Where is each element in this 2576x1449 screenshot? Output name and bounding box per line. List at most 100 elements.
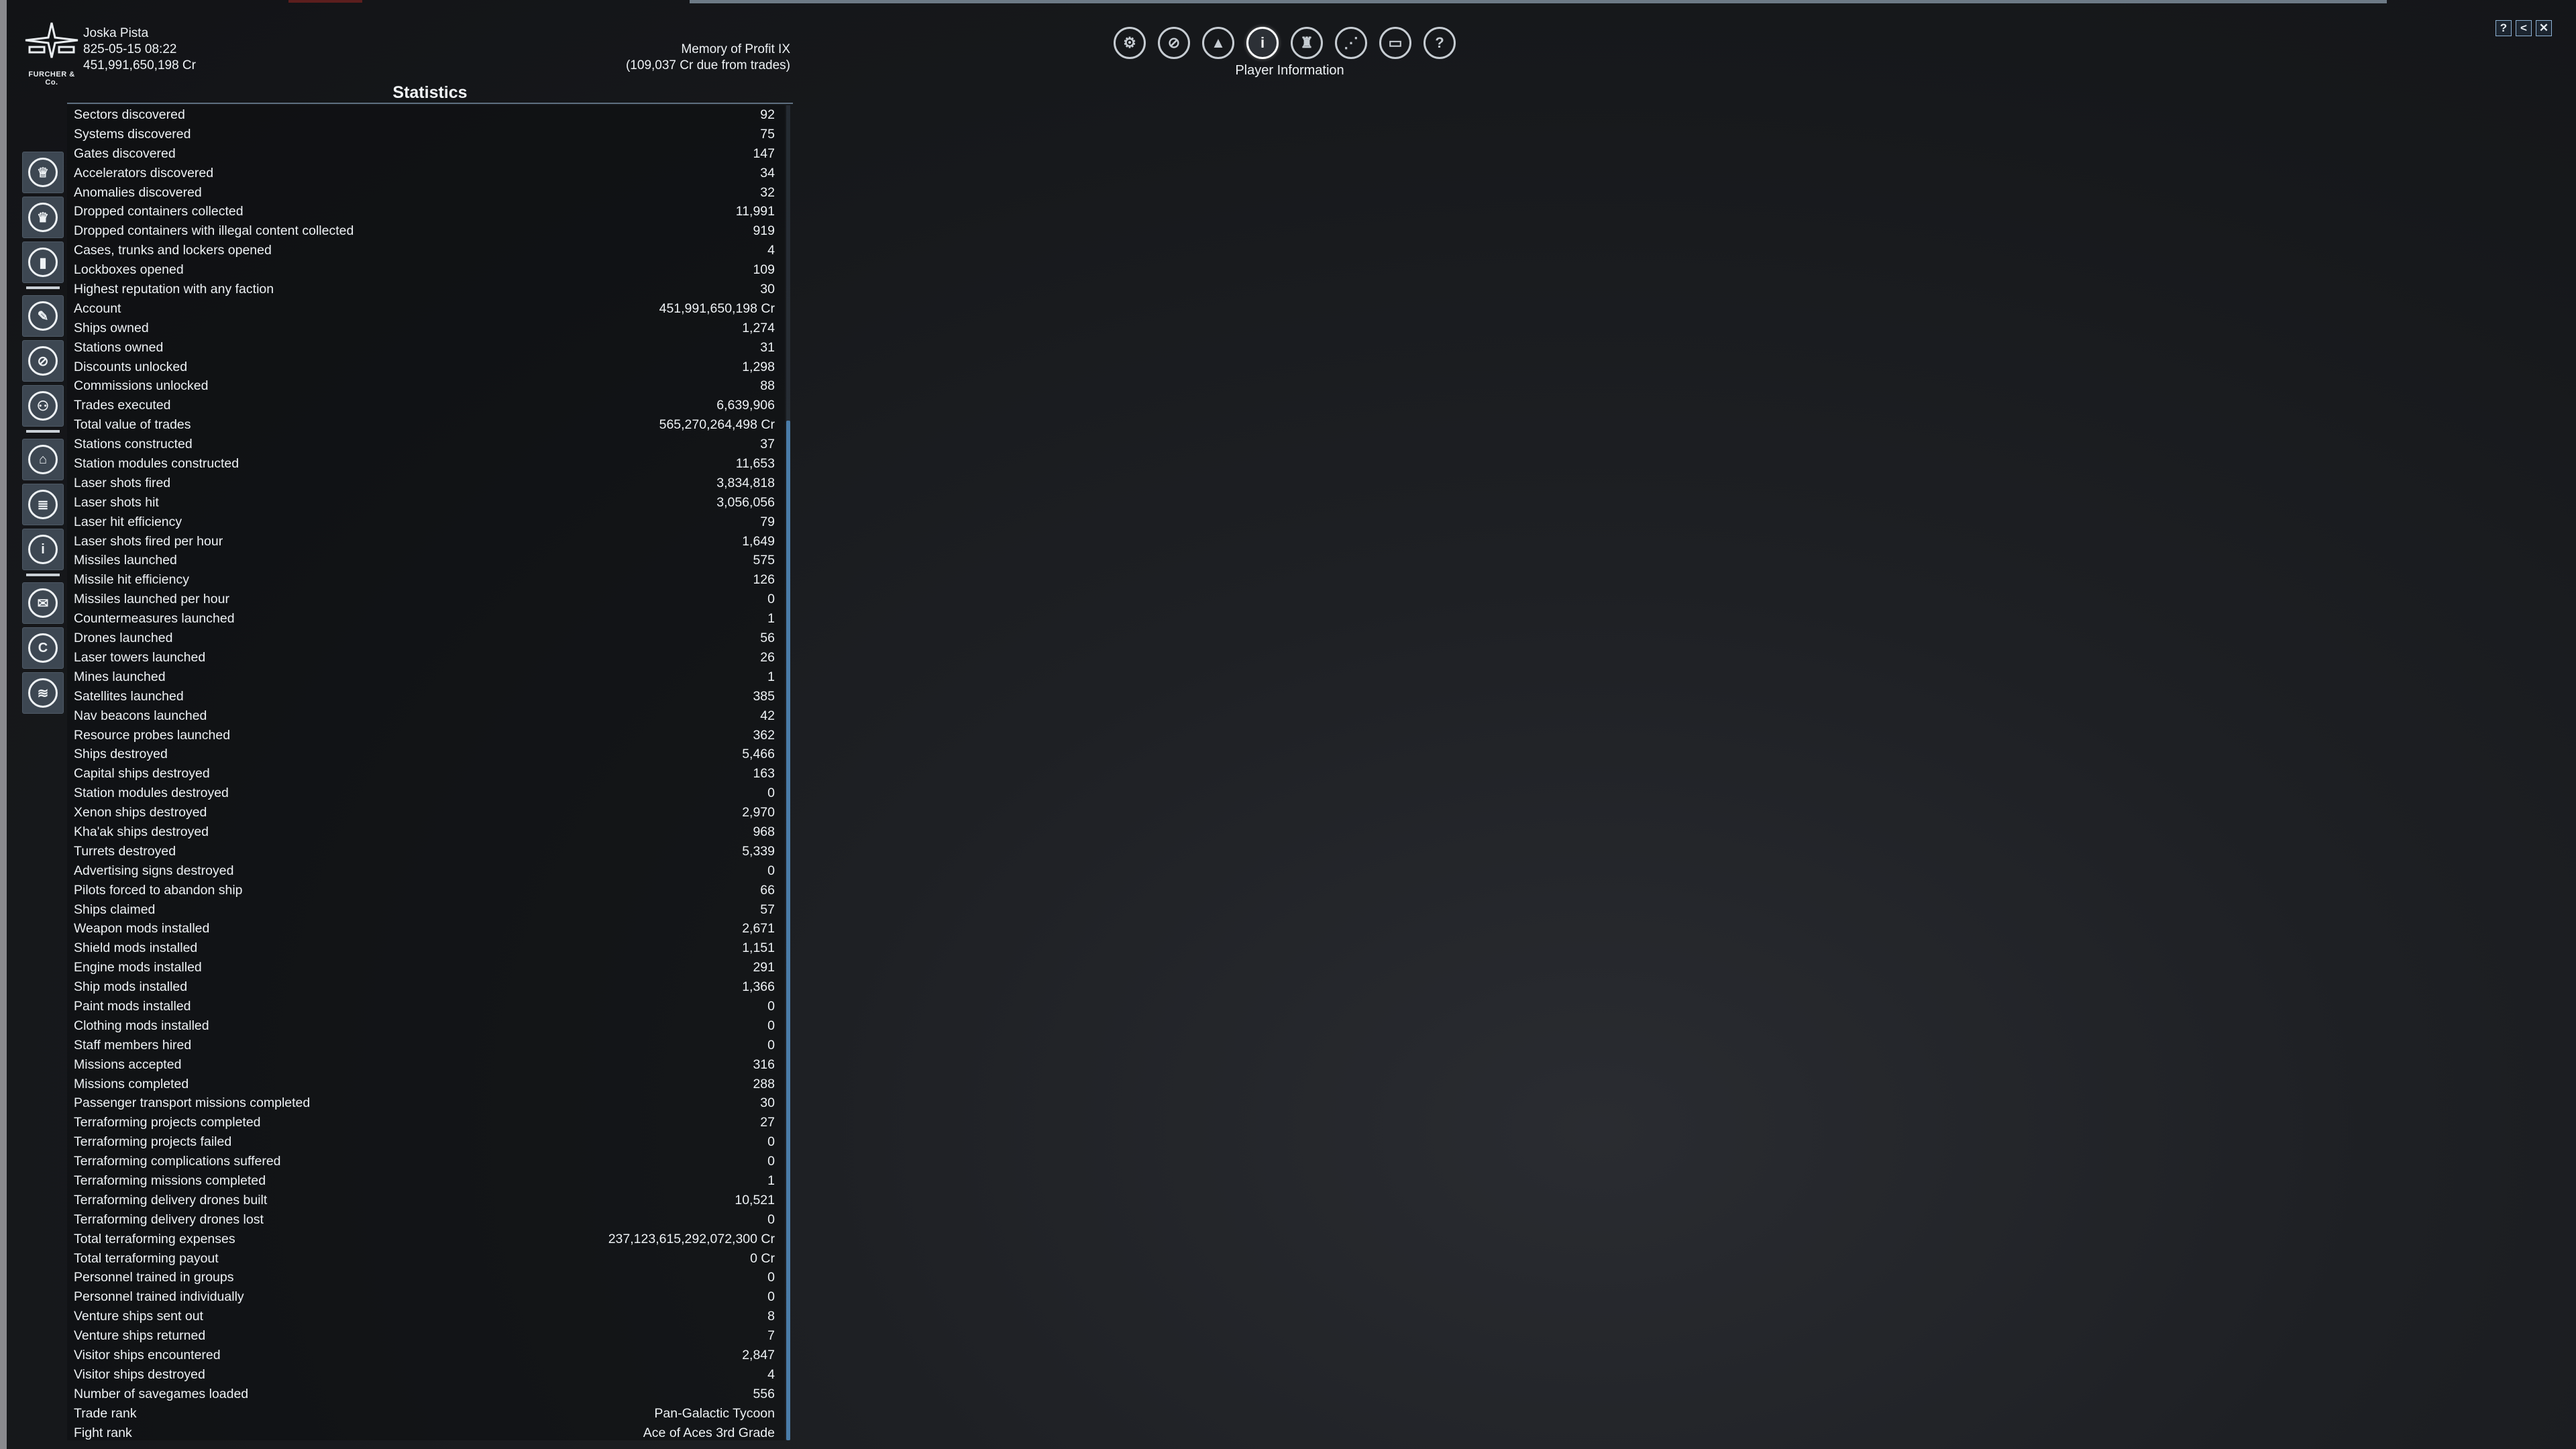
back-button[interactable]: < — [2516, 20, 2532, 36]
stat-label: Resource probes launched — [74, 727, 231, 743]
network-icon[interactable]: ⋰ — [1335, 27, 1367, 59]
stat-value: 1 — [767, 1173, 775, 1188]
stat-row: Stations constructed 37 — [67, 435, 785, 454]
stat-row: Systems discovered 75 — [67, 125, 785, 144]
stat-row: Turrets destroyed 5,339 — [67, 842, 785, 861]
sidebar-button[interactable]: ♛ — [22, 197, 64, 238]
stat-label: Venture ships returned — [74, 1328, 206, 1344]
search-icon[interactable]: ⊘ — [1158, 27, 1190, 59]
sidebar-button[interactable]: ⚇ — [22, 385, 64, 427]
window-frame — [0, 0, 7, 1449]
stat-row: Fight rank Ace of Aces 3rd Grade — [67, 1424, 785, 1443]
player-icon[interactable]: i — [1246, 27, 1279, 59]
stat-label: Total value of trades — [74, 417, 191, 433]
stat-label: Visitor ships destroyed — [74, 1366, 205, 1382]
stat-value: 291 — [753, 960, 775, 975]
stat-value: 4 — [767, 243, 775, 258]
stat-label: Engine mods installed — [74, 960, 202, 975]
stat-value: 147 — [753, 146, 775, 161]
stat-label: Laser shots fired per hour — [74, 533, 223, 549]
window-buttons: ? < ✕ — [2496, 20, 2552, 36]
stat-label: Missile hit efficiency — [74, 572, 189, 588]
stat-row: Ships claimed 57 — [67, 900, 785, 920]
stat-value: 34 — [760, 165, 775, 180]
close-button[interactable]: ✕ — [2536, 20, 2552, 36]
ship-icon[interactable]: ▲ — [1202, 27, 1234, 59]
stat-row: Paint mods installed 0 — [67, 997, 785, 1016]
player-name: Joska Pista — [83, 26, 149, 40]
help-icon[interactable]: ? — [1424, 27, 1456, 59]
sidebar-button[interactable]: ≋ — [22, 672, 64, 714]
stat-value: 31 — [760, 339, 775, 355]
stat-label: Staff members hired — [74, 1037, 192, 1053]
sidebar-button[interactable]: i — [22, 529, 64, 570]
stat-value: 0 — [767, 786, 775, 801]
sidebar-button[interactable]: ✉ — [22, 582, 64, 624]
sidebar-button[interactable]: C — [22, 627, 64, 669]
stat-row: Nav beacons launched 42 — [67, 706, 785, 726]
stat-value: 30 — [760, 282, 775, 297]
stat-value: 0 — [767, 1037, 775, 1053]
stat-value: 0 — [767, 592, 775, 607]
stat-row: Mines launched 1 — [67, 667, 785, 687]
stat-value: 288 — [753, 1076, 775, 1091]
sidebar-button[interactable]: ⊘ — [22, 340, 64, 382]
stat-value: 237,123,615,292,072,300 Cr — [608, 1231, 775, 1246]
stat-row: Satellites launched 385 — [67, 687, 785, 706]
gear-icon[interactable]: ⚙ — [1114, 27, 1146, 59]
stat-row: Lockboxes opened 109 — [67, 260, 785, 280]
sidebar-button[interactable]: ≣ — [22, 484, 64, 525]
stat-value: 451,991,650,198 Cr — [659, 301, 775, 316]
stat-value: 0 — [767, 1154, 775, 1169]
stat-row: Commissions unlocked 88 — [67, 376, 785, 396]
sidebar-button[interactable]: ⌂ — [22, 439, 64, 480]
stat-label: Drones launched — [74, 631, 173, 646]
game-datetime: 825-05-15 08:22 — [83, 42, 177, 56]
stat-row: Ships owned 1,274 — [67, 319, 785, 338]
stat-value: Ace of Aces 3rd Grade — [643, 1425, 775, 1440]
stat-value: 11,653 — [735, 456, 775, 472]
top-frame-line — [690, 0, 2387, 3]
stat-value: 1 — [767, 669, 775, 684]
sidebar-button[interactable]: ▮ — [22, 241, 64, 283]
sidebar-button[interactable]: ♕ — [22, 152, 64, 193]
stat-label: Laser hit efficiency — [74, 514, 182, 529]
stat-row: Pilots forced to abandon ship 66 — [67, 881, 785, 900]
scrollbar-thumb[interactable] — [786, 421, 790, 1440]
stat-label: Capital ships destroyed — [74, 766, 210, 782]
stat-label: Ships claimed — [74, 902, 156, 917]
stat-row: Visitor ships encountered 2,847 — [67, 1346, 785, 1365]
stat-label: Number of savegames loaded — [74, 1386, 249, 1401]
crew-icon[interactable]: ♜ — [1291, 27, 1323, 59]
stat-row: Cases, trunks and lockers opened 4 — [67, 241, 785, 260]
sidebar-button[interactable]: ✎ — [22, 295, 64, 337]
stat-label: Satellites launched — [74, 688, 184, 704]
stat-value: 0 — [767, 863, 775, 878]
stat-row: Missiles launched 575 — [67, 551, 785, 570]
stat-row: Capital ships destroyed 163 — [67, 764, 785, 784]
stat-row: Total terraforming expenses 237,123,615,2… — [67, 1230, 785, 1249]
stat-value: 66 — [760, 882, 775, 898]
stat-value: 56 — [760, 631, 775, 646]
logbook-icon: ✎ — [28, 301, 58, 331]
bed-icon[interactable]: ▭ — [1379, 27, 1411, 59]
stat-label: Terraforming projects completed — [74, 1115, 261, 1130]
help-button[interactable]: ? — [2496, 20, 2512, 36]
statistics-list[interactable]: Sectors discovered 92 Systems discovered 75… — [67, 105, 785, 1440]
stat-label: Passenger transport missions completed — [74, 1095, 311, 1111]
stat-row: Laser shots fired 3,834,818 — [67, 474, 785, 493]
stat-value: 556 — [753, 1386, 775, 1401]
stat-value: 3,056,056 — [716, 494, 775, 510]
player-credits: 451,991,650,198 Cr — [83, 58, 196, 72]
stat-label: Total terraforming payout — [74, 1250, 219, 1266]
trade-due-note: (109,037 Cr due from trades) — [625, 58, 790, 72]
stat-value: 362 — [753, 727, 775, 743]
stat-label: Trades executed — [74, 398, 171, 413]
company-logo: FURCHER & Co. — [24, 20, 79, 87]
stat-row: Terraforming delivery drones built 10,521 — [67, 1191, 785, 1210]
stat-row: Dropped containers with illegal content … — [67, 221, 785, 241]
stat-row: Station modules destroyed 0 — [67, 784, 785, 803]
stat-row: Number of savegames loaded 556 — [67, 1385, 785, 1404]
stat-value: 575 — [753, 553, 775, 568]
stat-value: 163 — [753, 766, 775, 782]
